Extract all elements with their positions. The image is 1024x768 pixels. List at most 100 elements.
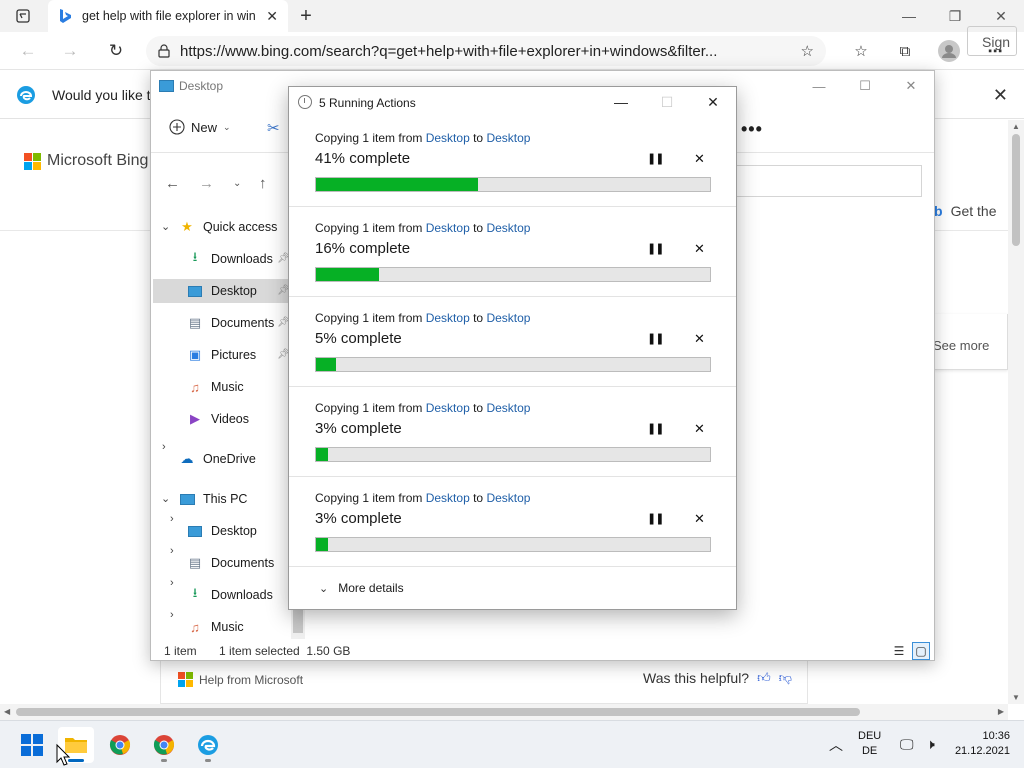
dialog-minimize-button[interactable]: —: [598, 87, 644, 117]
download-icon: ⭳: [192, 249, 198, 264]
clock[interactable]: 10:36 21.12.2021: [952, 729, 1010, 759]
explorer-up-icon[interactable]: ↑: [259, 175, 267, 192]
more-options-button[interactable]: •••: [741, 119, 763, 140]
large-icons-view-icon[interactable]: ▢: [912, 642, 930, 660]
scroll-right-icon[interactable]: ▶: [998, 707, 1004, 716]
sidebar-item-documents[interactable]: ▤ Documents: [187, 311, 274, 335]
cut-icon[interactable]: ✂: [267, 119, 280, 137]
browser-tab[interactable]: get help with file explorer in windows ✕: [48, 0, 288, 32]
profile-avatar[interactable]: [938, 40, 960, 62]
chevron-down-icon[interactable]: ⌄: [161, 220, 170, 233]
recent-locations-icon[interactable]: ⌄: [233, 178, 241, 189]
volume-muted-icon[interactable]: 🕨︎: [926, 736, 935, 753]
sign-in-button[interactable]: Sign: [967, 26, 1017, 56]
start-button[interactable]: [14, 727, 50, 763]
source-location-link[interactable]: Desktop: [426, 491, 470, 505]
windows-start-icon: [21, 734, 43, 756]
vertical-scroll-thumb[interactable]: [1012, 134, 1020, 246]
sidebar-item-music[interactable]: ♫ Music: [187, 375, 244, 399]
thumbs-up-icon[interactable]: 👍︎: [757, 670, 771, 686]
cancel-icon[interactable]: ✕: [694, 151, 705, 167]
sidebar-item-pc-desktop[interactable]: Desktop: [187, 519, 257, 543]
see-more-link[interactable]: See more: [933, 338, 989, 353]
page-horizontal-scrollbar[interactable]: ◀ ▶: [0, 704, 1008, 720]
scroll-up-icon[interactable]: ▲: [1012, 122, 1020, 131]
show-hidden-icons-icon[interactable]: ︿: [829, 735, 843, 755]
cancel-icon[interactable]: ✕: [694, 421, 705, 437]
sidebar-item-pc-documents[interactable]: ▤ Documents: [187, 551, 274, 575]
source-location-link[interactable]: Desktop: [426, 221, 470, 235]
get-the-app-link[interactable]: b Get the: [934, 203, 996, 219]
chevron-right-icon[interactable]: ›: [162, 441, 166, 453]
horizontal-scroll-thumb[interactable]: [16, 708, 860, 716]
destination-location-link[interactable]: Desktop: [486, 491, 530, 505]
sidebar-item-desktop[interactable]: Desktop: [153, 279, 291, 303]
pause-icon[interactable]: ❚❚: [647, 422, 664, 435]
address-bar[interactable]: https://www.bing.com/search?q=get+help+w…: [146, 36, 826, 66]
destination-location-link[interactable]: Desktop: [486, 401, 530, 415]
tab-actions-button[interactable]: [12, 6, 34, 26]
scroll-left-icon[interactable]: ◀: [4, 707, 10, 716]
sidebar-item-label: Documents: [211, 316, 275, 330]
explorer-back-icon[interactable]: ←: [165, 175, 180, 192]
favorites-icon[interactable]: ☆: [850, 40, 872, 62]
chevron-right-icon[interactable]: ›: [170, 577, 174, 589]
tab-close-icon[interactable]: ✕: [266, 8, 278, 25]
thumbs-down-icon[interactable]: 👎︎: [779, 670, 792, 686]
description-to: to: [473, 221, 484, 235]
taskbar-chrome-1[interactable]: [102, 727, 138, 763]
explorer-forward-icon[interactable]: →: [199, 175, 214, 192]
pause-icon[interactable]: ❚❚: [647, 242, 664, 255]
scroll-down-icon[interactable]: ▼: [1012, 693, 1020, 702]
details-view-icon[interactable]: ☰: [890, 642, 908, 660]
destination-location-link[interactable]: Desktop: [486, 131, 530, 145]
page-vertical-scrollbar[interactable]: ▲ ▼: [1008, 120, 1024, 704]
forward-icon[interactable]: →: [56, 38, 84, 64]
input-language[interactable]: DEU DE: [858, 729, 881, 759]
chevron-right-icon[interactable]: ›: [170, 609, 174, 621]
pause-icon[interactable]: ❚❚: [647, 512, 664, 525]
sidebar-item-pc-music[interactable]: ♫ Music: [187, 615, 244, 639]
tab-title: get help with file explorer in windows: [82, 9, 256, 23]
new-button[interactable]: New ⌄: [169, 119, 231, 135]
videos-icon: ▶: [190, 411, 200, 426]
bing-logo[interactable]: Microsoft Bing: [24, 152, 148, 170]
destination-location-link[interactable]: Desktop: [486, 221, 530, 235]
sidebar-item-this-pc[interactable]: This PC: [179, 487, 247, 511]
explorer-search-box[interactable]: [736, 165, 922, 197]
refresh-icon[interactable]: ↻: [102, 38, 130, 64]
sidebar-item-pictures[interactable]: ▣ Pictures: [187, 343, 256, 367]
network-icon[interactable]: 🖵︎: [900, 736, 914, 753]
explorer-minimize-button[interactable]: —: [796, 71, 842, 101]
sidebar-item-downloads[interactable]: ⭳ Downloads: [187, 247, 273, 271]
back-icon[interactable]: ←: [14, 38, 42, 64]
add-favorite-icon[interactable]: ☆: [801, 42, 814, 60]
explorer-maximize-button[interactable]: ☐: [842, 71, 888, 101]
source-location-link[interactable]: Desktop: [426, 311, 470, 325]
sidebar-item-quick-access[interactable]: ★ Quick access: [179, 215, 277, 239]
taskbar-edge[interactable]: [190, 727, 226, 763]
cancel-icon[interactable]: ✕: [694, 331, 705, 347]
dialog-titlebar[interactable]: 5 Running Actions — ☐ ✕: [289, 87, 736, 117]
minimize-button[interactable]: —: [886, 0, 932, 32]
sidebar-item-onedrive[interactable]: ☁ OneDrive: [179, 447, 256, 471]
chevron-right-icon[interactable]: ›: [170, 513, 174, 525]
more-details-button[interactable]: ⌄ More details: [319, 581, 404, 595]
infobar-close-icon[interactable]: ✕: [993, 85, 1008, 106]
source-location-link[interactable]: Desktop: [426, 131, 470, 145]
pause-icon[interactable]: ❚❚: [647, 332, 664, 345]
destination-location-link[interactable]: Desktop: [486, 311, 530, 325]
new-tab-button[interactable]: +: [294, 4, 318, 28]
sidebar-item-videos[interactable]: ▶ Videos: [187, 407, 249, 431]
collections-icon[interactable]: ⧉: [894, 40, 916, 62]
chevron-down-icon[interactable]: ⌄: [161, 492, 170, 505]
cancel-icon[interactable]: ✕: [694, 511, 705, 527]
pause-icon[interactable]: ❚❚: [647, 152, 664, 165]
explorer-close-button[interactable]: ✕: [888, 71, 934, 101]
chevron-right-icon[interactable]: ›: [170, 545, 174, 557]
taskbar-chrome-2[interactable]: [146, 727, 182, 763]
cancel-icon[interactable]: ✕: [694, 241, 705, 257]
source-location-link[interactable]: Desktop: [426, 401, 470, 415]
dialog-close-button[interactable]: ✕: [690, 87, 736, 117]
sidebar-item-pc-downloads[interactable]: ⭳ Downloads: [187, 583, 273, 607]
